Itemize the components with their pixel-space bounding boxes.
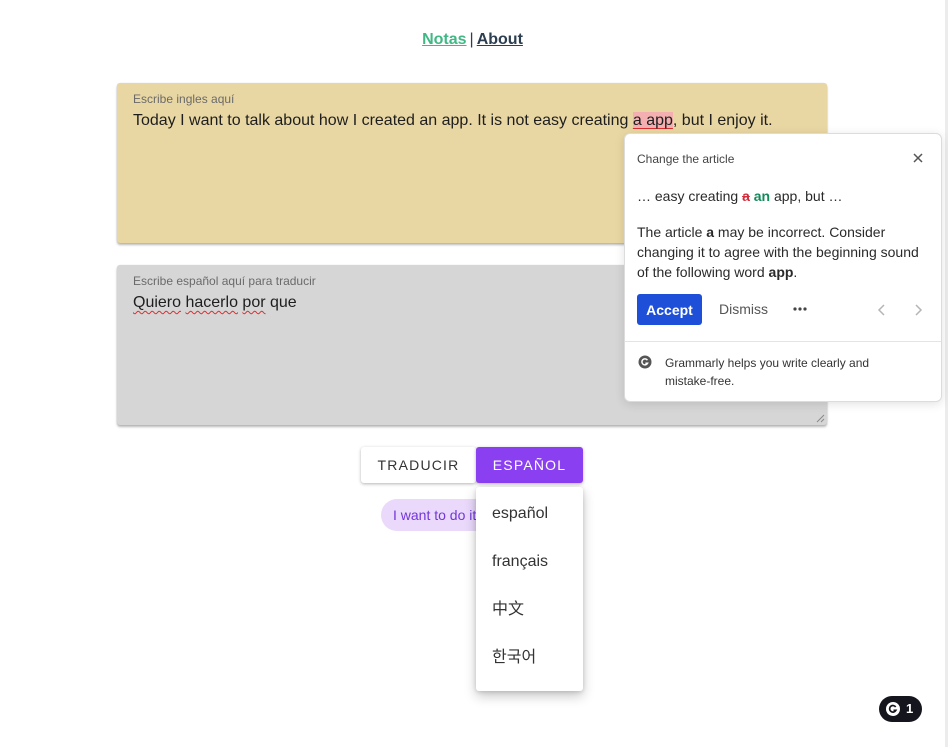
- grammarly-logo-icon: [638, 355, 652, 369]
- nav-separator: |: [469, 31, 474, 48]
- resize-handle-icon[interactable]: [816, 414, 825, 423]
- grammarly-suggestion-card: Change the article … easy creating a an …: [624, 133, 942, 402]
- language-option-ko[interactable]: 한국어: [476, 634, 583, 682]
- language-option-zh[interactable]: 中文: [476, 586, 583, 634]
- snippet-removed-word: a: [742, 188, 750, 204]
- chevron-right-icon[interactable]: [911, 302, 925, 318]
- snippet-prefix: … easy creating: [637, 188, 743, 204]
- spanish-input-label: Escribe español aquí para traducir: [133, 274, 316, 288]
- nav-link-notas[interactable]: Notas: [422, 31, 466, 48]
- app-page: Notas | About Escribe ingles aquí Today I …: [0, 0, 948, 747]
- chevron-left-icon[interactable]: [875, 302, 889, 318]
- suggestion-snippet: … easy creating a an app, but …: [637, 188, 842, 204]
- card-divider: [625, 341, 941, 342]
- desc-word: a: [706, 224, 715, 240]
- grammarly-footer-text: Grammarly helps you write clearly and mi…: [665, 356, 870, 388]
- spelling-error-word[interactable]: hacerlo: [185, 294, 237, 311]
- grammar-error-highlight[interactable]: a app: [632, 112, 673, 129]
- dismiss-button[interactable]: Dismiss: [719, 294, 768, 325]
- english-text-after: , but I enjoy it.: [672, 112, 773, 129]
- language-option-es[interactable]: español: [476, 490, 583, 538]
- translate-button[interactable]: TRADUCIR: [361, 447, 476, 483]
- accept-button[interactable]: Accept: [637, 294, 702, 325]
- desc-target-word: app: [768, 264, 794, 280]
- suggestion-title: Change the article: [637, 152, 735, 166]
- nav-link-about[interactable]: About: [477, 31, 523, 48]
- close-icon[interactable]: [911, 151, 925, 165]
- top-nav: Notas | About: [0, 31, 945, 49]
- language-menu: español français 中文 한국어: [476, 487, 583, 691]
- language-select-button[interactable]: ESPAÑOL: [476, 447, 583, 483]
- suggestion-description: The article a may be incorrect. Consider…: [637, 222, 933, 282]
- more-options-icon[interactable]: [791, 302, 809, 316]
- spelling-error-word[interactable]: Quiero: [133, 294, 181, 311]
- desc-part: .: [793, 264, 798, 280]
- snippet-suffix: app, but …: [770, 188, 843, 204]
- snippet-added-word: an: [753, 188, 771, 204]
- language-option-fr[interactable]: français: [476, 538, 583, 586]
- grammarly-badge-icon: [886, 702, 900, 716]
- english-text-before: Today I want to talk about how I created…: [133, 112, 633, 129]
- spelling-error-word[interactable]: por: [242, 294, 265, 311]
- spanish-word: que: [270, 294, 297, 311]
- english-input-label: Escribe ingles aquí: [133, 92, 235, 106]
- desc-part: The article: [637, 224, 707, 240]
- grammarly-badge[interactable]: 1: [879, 696, 922, 722]
- english-input-text[interactable]: Today I want to talk about how I created…: [133, 111, 811, 131]
- grammarly-issue-count: 1: [906, 701, 914, 716]
